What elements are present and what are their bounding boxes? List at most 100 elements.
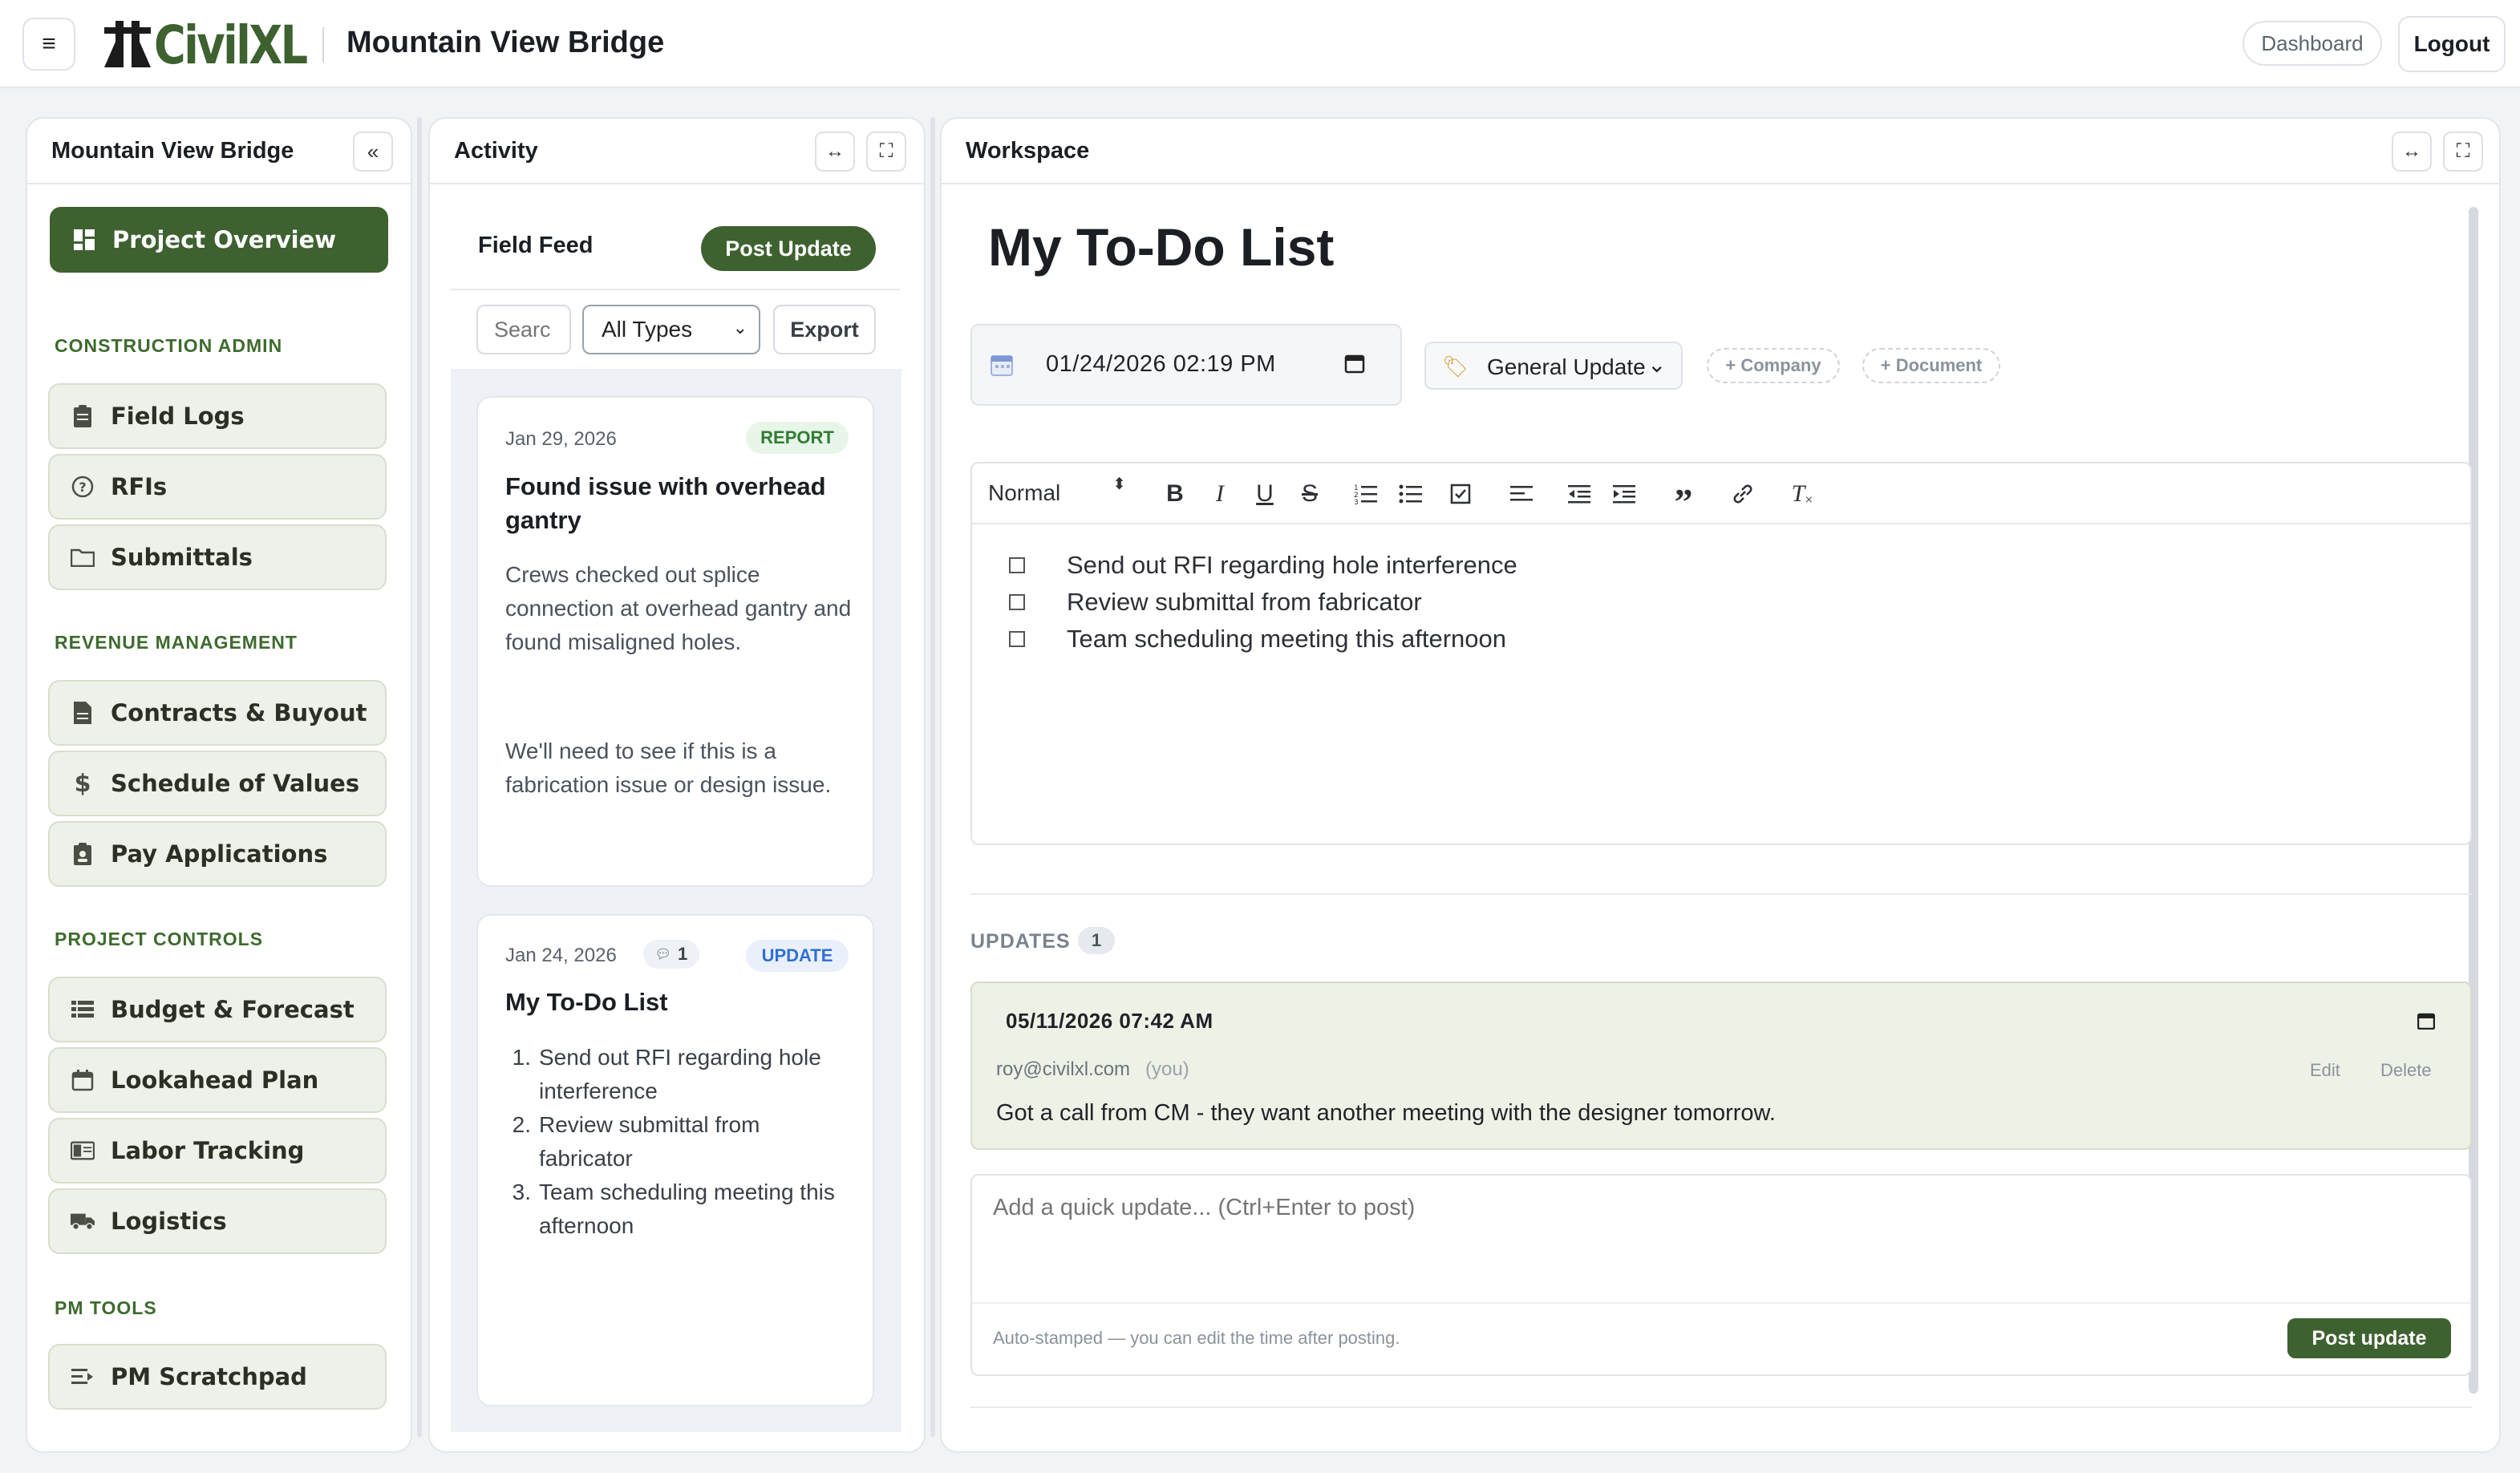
update-you: (you) xyxy=(1145,1058,1189,1080)
calendar-picker-icon[interactable] xyxy=(2417,1012,2436,1034)
checkbox[interactable] xyxy=(1009,631,1025,647)
outdent-icon[interactable] xyxy=(1559,470,1599,518)
feed-card-report[interactable]: Jan 29, 2026 REPORT Found issue with ove… xyxy=(476,396,874,887)
blockquote-icon[interactable]: ” xyxy=(1663,470,1704,522)
nav-label: Contracts & Buyout xyxy=(111,699,367,726)
feed-search-input[interactable] xyxy=(476,305,571,354)
post-update-button[interactable]: Post Update xyxy=(701,226,876,271)
italic-icon[interactable]: I xyxy=(1200,470,1240,518)
id-card-icon xyxy=(71,1141,95,1160)
list-item-text: Send out RFI regarding hole interference xyxy=(539,1045,821,1103)
card-list: 1. Send out RFI regarding hole interferen… xyxy=(505,1041,858,1243)
nav-label: Schedule of Values xyxy=(111,770,360,797)
fullscreen-icon: ⛶ xyxy=(2456,140,2470,162)
section-construction-admin: CONSTRUCTION ADMIN xyxy=(55,335,283,356)
auto-stamp-hint: Auto-stamped — you can edit the time aft… xyxy=(993,1328,1400,1348)
checkbox[interactable] xyxy=(1009,557,1025,573)
format-value: Normal xyxy=(988,480,1061,505)
nav-label: RFIs xyxy=(111,473,168,500)
sidebar-title: Mountain View Bridge xyxy=(51,137,294,164)
todo-list: Send out RFI regarding hole interference… xyxy=(1009,547,1517,658)
menu-button[interactable]: ≡ xyxy=(22,18,75,71)
calendar-icon xyxy=(990,353,1014,381)
list-table-icon xyxy=(71,1000,95,1019)
nav-label: Logistics xyxy=(111,1208,227,1235)
nav-project-overview[interactable]: Project Overview xyxy=(50,207,388,273)
quick-update-input[interactable] xyxy=(974,1177,2465,1297)
card-body: Crews checked out splice connection at o… xyxy=(505,562,852,654)
bold-icon[interactable]: B xyxy=(1155,470,1195,518)
calendar-picker-icon[interactable] xyxy=(1344,353,1365,378)
strikethrough-icon[interactable]: S xyxy=(1290,470,1330,518)
nav-contracts-buyout[interactable]: Contracts & Buyout xyxy=(48,680,387,746)
svg-text:?: ? xyxy=(79,480,86,495)
list-item-text: Review submittal from fabricator xyxy=(539,1112,760,1171)
fullscreen-button[interactable]: ⛶ xyxy=(2443,132,2483,172)
add-document-button[interactable]: + Document xyxy=(1862,348,2000,383)
delete-update-button[interactable]: Delete xyxy=(2380,1060,2432,1081)
type-filter-select[interactable]: All Types ⌄ xyxy=(582,305,760,354)
divider xyxy=(970,1406,2472,1408)
type-select[interactable]: 🏷︎ General Update ⌄ xyxy=(1424,342,1683,390)
list-item: 3. Team scheduling meeting this afternoon xyxy=(505,1176,858,1243)
update-badge: UPDATE xyxy=(746,940,849,972)
todo-item: Review submittal from fabricator xyxy=(1009,584,1517,621)
tag-icon: 🏷︎ xyxy=(1442,354,1469,378)
rich-text-editor: Normal ⬍ B I U S 123 ” T × Send out RFI re… xyxy=(970,462,2472,845)
indent-icon[interactable] xyxy=(1604,470,1644,518)
expand-width-button[interactable]: ↔ xyxy=(2392,132,2432,172)
nav-field-logs[interactable]: Field Logs xyxy=(48,383,387,449)
hamburger-icon: ≡ xyxy=(42,30,56,57)
doc-title: My To-Do List xyxy=(988,217,1335,277)
edit-update-button[interactable]: Edit xyxy=(2310,1060,2340,1081)
underline-icon[interactable]: U xyxy=(1245,470,1285,518)
nav-lookahead-plan[interactable]: Lookahead Plan xyxy=(48,1047,387,1113)
datetime-field[interactable]: 01/24/2026 02:19 PM xyxy=(970,324,1402,406)
field-feed-title: Field Feed xyxy=(478,233,594,258)
clear-format-icon[interactable]: T × xyxy=(1782,470,1822,518)
report-badge: REPORT xyxy=(746,422,849,454)
list-number: 1. xyxy=(512,1045,531,1070)
nav-pm-scratchpad[interactable]: PM Scratchpad xyxy=(48,1344,387,1410)
resize-handle-left[interactable] xyxy=(417,117,422,1437)
export-button[interactable]: Export xyxy=(773,305,876,354)
link-icon[interactable] xyxy=(1723,470,1763,518)
logo-icon xyxy=(101,18,154,71)
logout-button[interactable]: Logout xyxy=(2398,16,2506,72)
checkbox[interactable] xyxy=(1009,594,1025,610)
fullscreen-button[interactable]: ⛶ xyxy=(866,132,906,172)
todo-text: Review submittal from fabricator xyxy=(1067,588,1422,616)
nav-labor-tracking[interactable]: Labor Tracking xyxy=(48,1118,387,1184)
dashboard-button[interactable]: Dashboard xyxy=(2242,21,2382,66)
format-select[interactable]: Normal ⬍ xyxy=(988,473,1132,513)
document-icon xyxy=(71,701,95,725)
update-datetime[interactable]: 05/11/2026 07:42 AM xyxy=(1006,1009,1213,1034)
section-revenue-management: REVENUE MANAGEMENT xyxy=(55,632,298,653)
card-date: Jan 29, 2026 xyxy=(505,428,617,450)
add-company-button[interactable]: + Company xyxy=(1707,348,1840,383)
expand-width-button[interactable]: ↔ xyxy=(815,132,855,172)
svg-text:3: 3 xyxy=(1354,499,1359,505)
todo-text: Team scheduling meeting this afternoon xyxy=(1067,625,1506,653)
align-left-icon[interactable] xyxy=(1501,470,1542,518)
collapse-sidebar-button[interactable]: « xyxy=(353,132,393,172)
project-title: Mountain View Bridge xyxy=(346,26,665,59)
resize-handle-right[interactable] xyxy=(930,117,935,1437)
feed-card-update[interactable]: Jan 24, 2026 💬︎ 1 UPDATE My To-Do List 1.… xyxy=(476,914,874,1406)
nav-pay-applications[interactable]: Pay Applications xyxy=(48,821,387,887)
nav-budget-forecast[interactable]: Budget & Forecast xyxy=(48,977,387,1042)
section-project-controls: PROJECT CONTROLS xyxy=(55,929,264,949)
bullet-list-icon[interactable] xyxy=(1391,470,1431,518)
nav-logistics[interactable]: Logistics xyxy=(48,1188,387,1254)
nav-label: Field Logs xyxy=(111,403,245,430)
divider xyxy=(970,893,2472,895)
todo-item: Team scheduling meeting this afternoon xyxy=(1009,621,1517,658)
ordered-list-icon[interactable]: 123 xyxy=(1346,470,1386,518)
nav-submittals[interactable]: Submittals xyxy=(48,524,387,590)
checklist-icon[interactable] xyxy=(1440,470,1481,518)
list-number: 3. xyxy=(512,1180,531,1204)
nav-schedule-of-values[interactable]: $ Schedule of Values xyxy=(48,751,387,816)
post-update-submit-button[interactable]: Post update xyxy=(2287,1318,2451,1358)
nav-rfis[interactable]: ? RFIs xyxy=(48,454,387,520)
comment-icon: 💬︎ xyxy=(654,948,672,961)
